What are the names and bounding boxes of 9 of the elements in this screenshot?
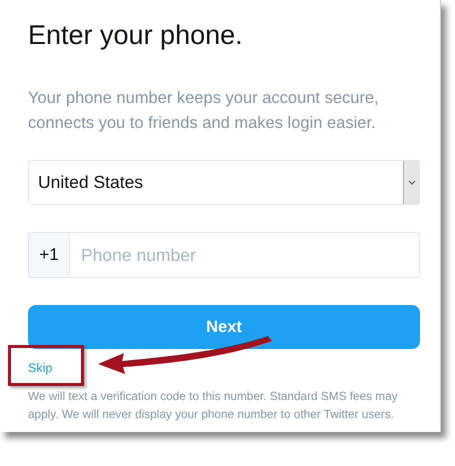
page-title: Enter your phone. (28, 19, 244, 52)
next-button[interactable]: Next (28, 305, 420, 349)
phone-input[interactable]: Phone number (70, 232, 420, 278)
country-select[interactable]: United States (28, 160, 420, 205)
country-code: +1 (28, 232, 70, 278)
subtitle: Your phone number keeps your account secure, connects you to friends and makes login easier. (28, 88, 380, 134)
caret-icon (408, 180, 416, 185)
sms-notice: We will text a verification code to this number. Standard SMS fees may apply. We will never display your phone number to other Twitter users. (28, 388, 399, 423)
skip-link[interactable]: Skip (28, 361, 52, 375)
